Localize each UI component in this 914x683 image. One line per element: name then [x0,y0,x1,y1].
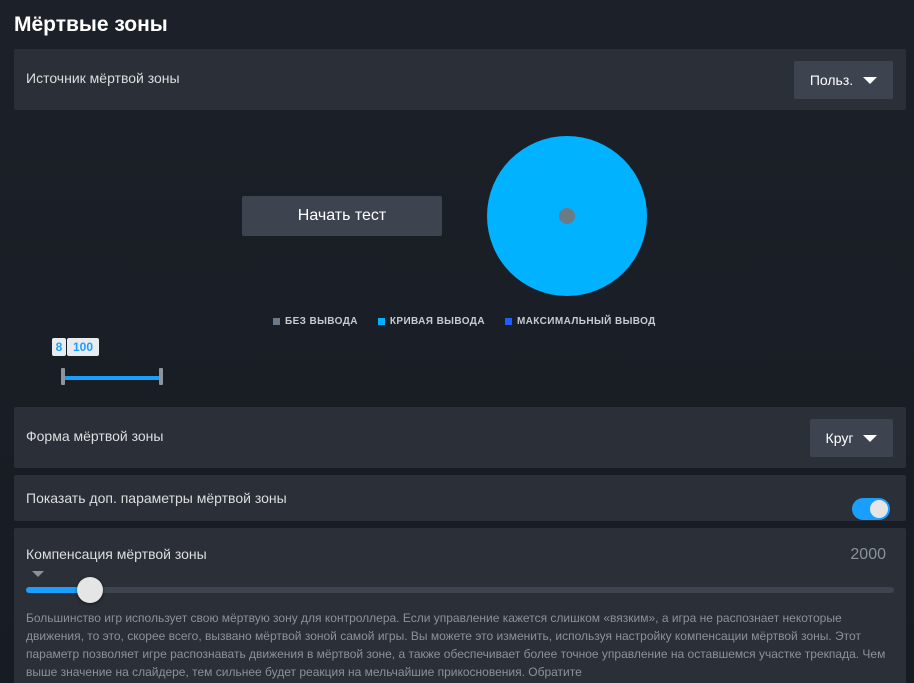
visualizer-legend: БЕЗ ВЫВОДА КРИВАЯ ВЫВОДА МАКСИМАЛЬНЫЙ ВЫ… [273,316,656,327]
page-title: Мёртвые зоны [14,13,168,36]
advanced-settings-row: Показать доп. параметры мёртвой зоны [14,475,906,521]
legend-label: МАКСИМАЛЬНЫЙ ВЫВОД [516,316,656,327]
legend-swatch [504,318,512,325]
range-max-badge: 100 [67,338,99,356]
deadzone-source-row: Источник мёртвой зоны Польз. [14,49,906,110]
legend-swatch [273,318,280,325]
deadzone-compensation-row: Компенсация мёртвой зоны 2000 Большинств… [14,528,906,683]
range-min-badge: 8 [52,338,66,356]
compensation-slider[interactable] [26,577,894,603]
dropdown-value: Круг [825,430,854,446]
deadzone-visualizer [487,136,647,296]
default-value-marker [32,571,44,577]
legend-item-max-output: МАКСИМАЛЬНЫЙ ВЫВОД [504,316,656,327]
legend-swatch [377,318,385,325]
toggle-knob [870,500,888,518]
chevron-down-icon [863,76,878,84]
range-min-handle[interactable] [61,368,65,385]
deadzone-source-dropdown[interactable]: Польз. [794,61,893,99]
compensation-value: 2000 [850,546,886,563]
stick-position-dot [559,208,575,224]
legend-item-output-curve: КРИВАЯ ВЫВОДА [377,316,485,327]
legend-label: БЕЗ ВЫВОДА [285,316,358,327]
compensation-label: Компенсация мёртвой зоны [26,546,207,562]
deadzone-shape-label: Форма мёртвой зоны [26,428,164,444]
deadzone-settings-page: Мёртвые зоны Источник мёртвой зоны Польз… [0,0,914,683]
deadzone-shape-dropdown[interactable]: Круг [810,419,893,457]
legend-label: КРИВАЯ ВЫВОДА [389,316,485,327]
compensation-description: Большинство игр использует свою мёртвую … [26,611,886,679]
deadzone-source-label: Источник мёртвой зоны [26,70,180,86]
dropdown-value: Польз. [809,72,854,88]
deadzone-shape-row: Форма мёртвой зоны Круг [14,407,906,468]
range-max-handle[interactable] [159,368,163,385]
slider-knob[interactable] [77,577,103,603]
advanced-settings-toggle[interactable] [852,498,890,520]
deadzone-range-track[interactable] [64,376,160,380]
chevron-down-icon [863,434,878,442]
advanced-settings-label: Показать доп. параметры мёртвой зоны [26,490,287,506]
legend-item-no-output: БЕЗ ВЫВОДА [273,316,358,327]
start-test-button[interactable]: Начать тест [242,196,442,236]
